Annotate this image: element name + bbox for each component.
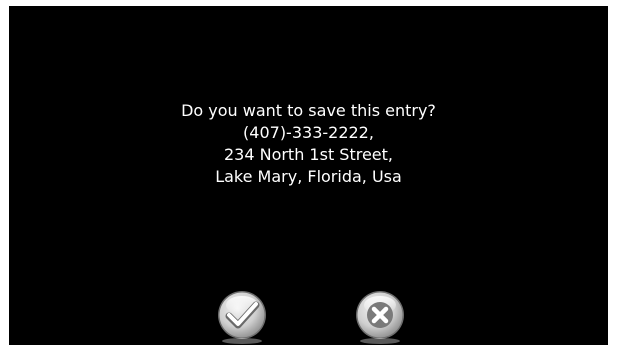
dialog-message: Do you want to save this entry? (407)-33… [9,100,608,188]
confirm-save-button[interactable] [215,290,269,345]
device-frame: Do you want to save this entry? (407)-33… [0,0,617,351]
entry-street: 234 North 1st Street, [223,145,394,164]
cancel-button[interactable] [353,290,407,345]
dialog-question: Do you want to save this entry? [181,101,436,120]
x-icon [356,291,404,344]
checkmark-icon [218,291,266,344]
confirm-save-dialog: Do you want to save this entry? (407)-33… [9,6,608,345]
entry-phone: (407)-333-2222, [243,123,374,142]
entry-city: Lake Mary, Florida, Usa [215,167,402,186]
